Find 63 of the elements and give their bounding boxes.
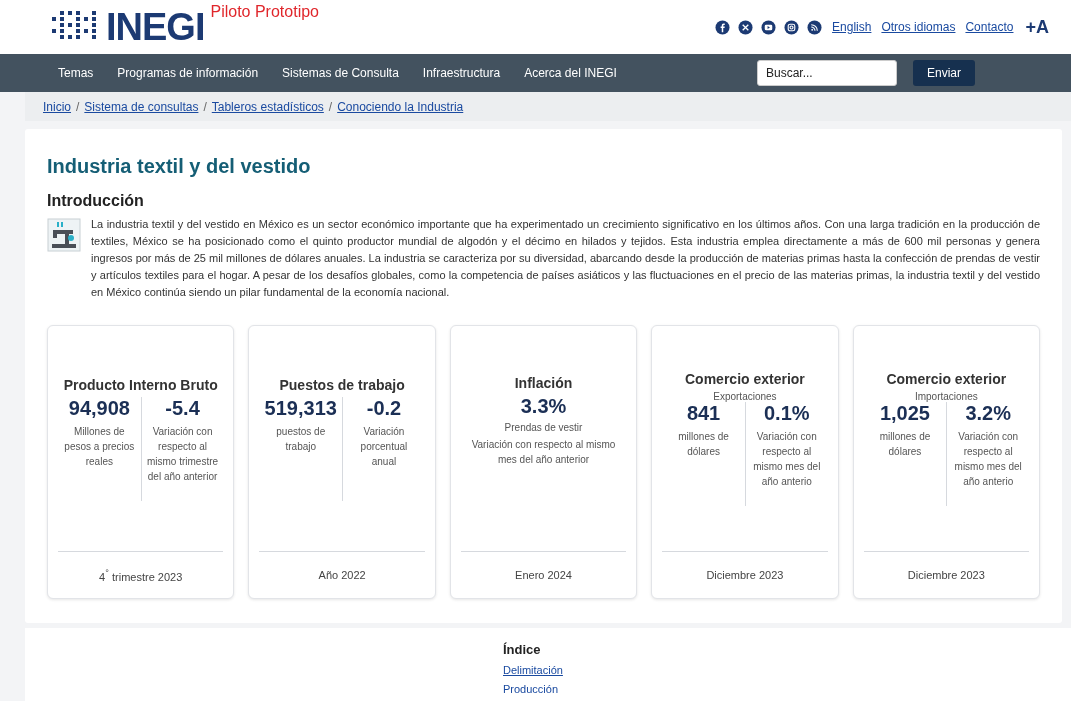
card-title: Inflación: [514, 374, 573, 391]
metric-caption: Variación con respecto al mismo trimestre del año anterior: [146, 424, 220, 484]
card-period: Enero 2024: [515, 569, 572, 581]
card-period: 4$^{°}$ trimestre 2023: [99, 567, 183, 583]
breadcrumb-separator: /: [76, 99, 80, 114]
metric-caption: millones de dólares: [677, 430, 730, 459]
header-link[interactable]: Otros idiomas: [881, 20, 956, 34]
metric-caption: puestos de trabajo: [275, 424, 327, 454]
sewing-machine-icon: [47, 218, 81, 252]
header-link[interactable]: English: [832, 20, 872, 34]
card-subtitle: Importaciones: [914, 391, 978, 402]
metric-value: 0.1%: [763, 402, 810, 425]
rss-icon[interactable]: [807, 19, 823, 35]
index-heading: Índice: [503, 642, 542, 657]
metric-value: 94,908: [68, 396, 130, 420]
index-link[interactable]: Delimitación: [503, 664, 1071, 676]
metric-caption: millones de dólares: [878, 430, 932, 459]
metric-value: 1,025: [879, 402, 930, 425]
card-period: Diciembre 2023: [907, 569, 985, 581]
header-link[interactable]: Contacto: [965, 20, 1014, 34]
card-title: Comercio exterior: [685, 371, 805, 387]
nav-item[interactable]: Programas de información: [105, 66, 271, 80]
breadcrumb-separator: /: [328, 99, 333, 114]
metric-caption: Variación con respecto al mismo mes del año anterio: [953, 430, 1023, 489]
breadcrumb-link[interactable]: Inicio: [43, 99, 71, 114]
search-field[interactable]: Buscar...: [757, 60, 897, 86]
metric-value: 3.3%: [520, 394, 567, 418]
site-tagline: Piloto Prototipo: [210, 3, 319, 21]
card-title: Puestos de trabajo: [279, 376, 405, 393]
metric-caption: Variación porcentual anual: [359, 424, 409, 469]
logo-text[interactable]: INEGI: [106, 7, 205, 47]
card-period: Diciembre 2023: [706, 569, 784, 581]
x-icon[interactable]: [738, 19, 754, 35]
breadcrumb-separator: /: [203, 99, 207, 114]
metric-value: -0.2: [366, 396, 402, 420]
submit-button[interactable]: Enviar: [913, 60, 975, 86]
breadcrumb-link[interactable]: Tableros estadísticos: [211, 99, 324, 114]
page-title: Industria textil y del vestido: [47, 155, 312, 178]
card-period: Año 2022: [318, 569, 366, 581]
metric-caption: Millones de pesos a precios reales: [63, 424, 136, 469]
facebook-icon[interactable]: [715, 19, 731, 35]
metric-caption: Prendas de vestir: [504, 420, 583, 435]
youtube-icon[interactable]: [761, 19, 777, 35]
nav-item[interactable]: Sistemas de Consulta: [270, 66, 411, 80]
card-subtitle: Exportaciones: [713, 391, 777, 402]
card-title: Comercio exterior: [886, 371, 1007, 387]
nav-item[interactable]: Acerca del INEGI: [512, 66, 629, 80]
nav-item[interactable]: Infraestructura: [410, 66, 513, 80]
breadcrumb-link[interactable]: Conociendo la Industria: [337, 99, 464, 114]
breadcrumb-link[interactable]: Sistema de consultas: [84, 99, 199, 114]
section-heading: Introducción: [47, 192, 145, 210]
metric-value: 3.2%: [965, 402, 1011, 425]
metric-value: 519,313: [264, 396, 337, 420]
nav-item[interactable]: Temas: [46, 66, 106, 80]
metric-value: 841: [686, 402, 721, 425]
metric-value: -5.4: [165, 396, 200, 420]
instagram-icon[interactable]: [784, 19, 800, 35]
font-size-button[interactable]: +A: [1025, 16, 1049, 38]
metric-caption: Variación con respecto al mismo mes del año anterio: [752, 430, 822, 489]
index-link[interactable]: Producción: [503, 683, 1071, 695]
card-title: Producto Interno Bruto: [63, 376, 218, 393]
intro-paragraph: La industria textil y del vestido en México es un sector económico importante que ha experimentado un crecimiento significativo en los últimos años. Con una larga tradición en la producción de textiles, México se ha posicionado como el quinto productor mundial de algodón y el décimo en hilados y tejidos. Esta industria emplea directamente a más de 600 mil personas y genera ingresos por más de 25 mil millones de dólares anuales. La industria se caracteriza por su diversidad, abarcando desde la producción de materias primas hasta la confección de prendas de vestir y artículos textiles para el hogar. A pesar de los desafíos globales, como la competencia de países asiáticos y las fluctuaciones en el precio de las materias primas, la industria textil y del vestido en México continúa siendo un pilar fundamental de la economía nacional.: [91, 217, 1040, 300]
metric-caption: Variación con respecto al mismo mes del año anterior: [470, 437, 617, 467]
